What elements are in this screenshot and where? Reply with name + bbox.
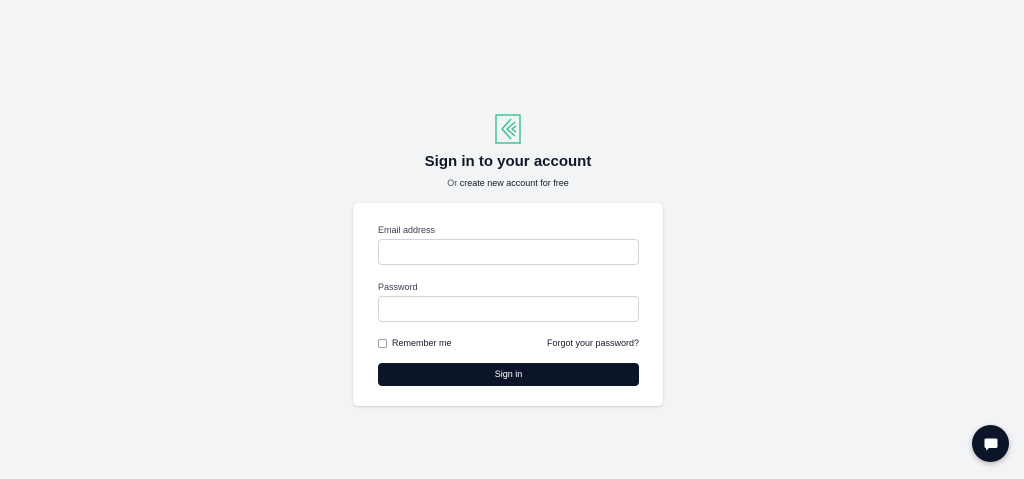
sign-in-card: Email address Password Remember me Forgo… xyxy=(353,203,663,406)
remember-me-row: Remember me xyxy=(378,337,452,349)
chat-bubble-icon xyxy=(984,438,997,450)
subtitle: Or create new account for free xyxy=(0,177,1016,189)
remember-me-checkbox[interactable] xyxy=(378,338,387,348)
create-account-link[interactable]: create new account for free xyxy=(460,178,569,188)
remember-me-label[interactable]: Remember me xyxy=(392,337,452,349)
forgot-password-link[interactable]: Forgot your password? xyxy=(547,337,639,349)
brand-logo-icon xyxy=(495,114,521,144)
page-title: Sign in to your account xyxy=(424,153,592,170)
email-input[interactable] xyxy=(378,239,639,265)
sign-in-button[interactable]: Sign in xyxy=(378,363,639,386)
password-input[interactable] xyxy=(378,296,639,322)
email-label: Email address xyxy=(378,225,436,235)
password-label: Password xyxy=(378,282,418,292)
sign-in-page: Sign in to your account Or create new ac… xyxy=(0,0,1024,479)
subtitle-prefix: Or xyxy=(447,178,458,188)
chat-widget-button[interactable] xyxy=(972,425,1009,462)
